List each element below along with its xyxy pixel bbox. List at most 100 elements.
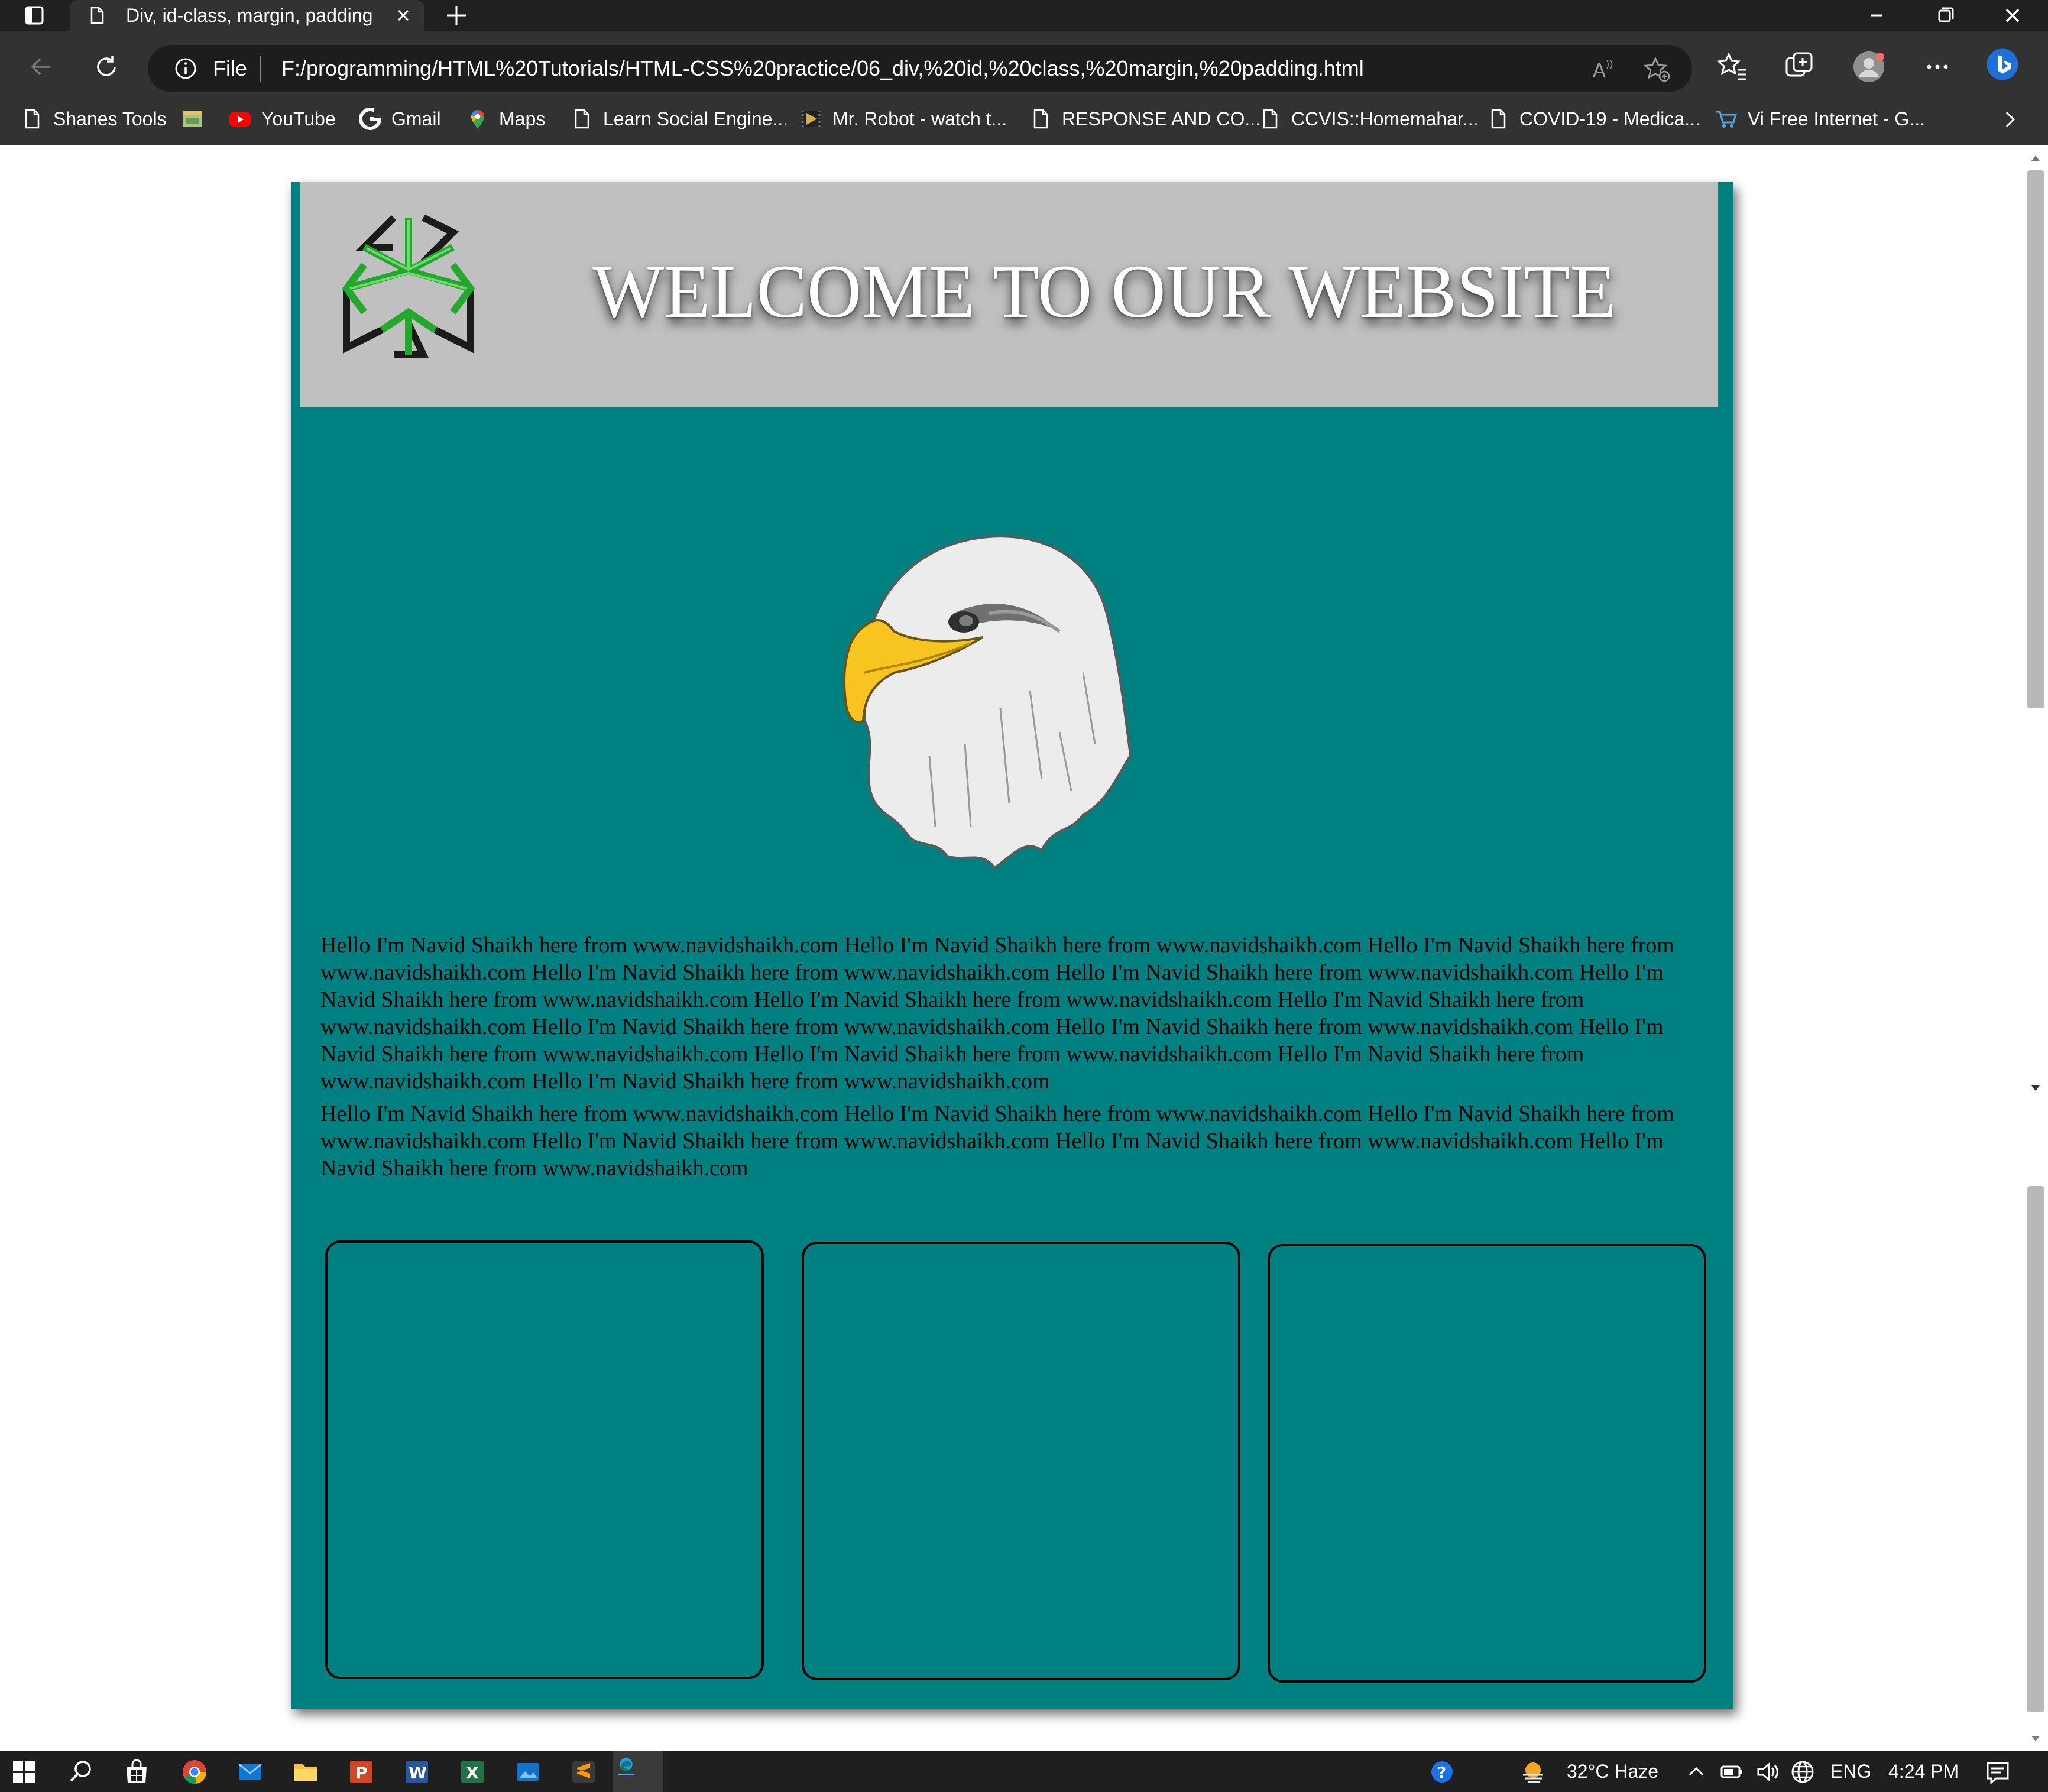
favorites-icon[interactable] — [1716, 50, 1750, 84]
bing-copilot-icon[interactable] — [1985, 47, 2027, 89]
page-header: WELCOME TO OUR WEBSITE — [300, 182, 1718, 407]
page-icon — [20, 107, 44, 131]
address-bar[interactable]: File F:/programming/HTML%20Tutorials/HTM… — [148, 45, 1692, 92]
scrollbar-thumb[interactable] — [2027, 170, 2044, 708]
sublime-text-icon[interactable] — [570, 1758, 597, 1785]
title-bar: Div, id-class, margin, padding — [0, 0, 2048, 31]
tab-actions-menu-icon[interactable] — [22, 4, 46, 27]
search-icon[interactable] — [67, 1758, 95, 1785]
tab-title: Div, id-class, margin, padding — [126, 5, 373, 26]
google-icon — [358, 107, 382, 131]
windows-start-icon[interactable] — [11, 1758, 38, 1785]
refresh-icon[interactable] — [89, 49, 124, 85]
close-window-icon[interactable] — [1995, 2, 2030, 28]
network-globe-icon[interactable] — [1789, 1758, 1816, 1785]
bookmark-label: RESPONSE AND CO... — [1062, 108, 1261, 129]
excel-icon[interactable]: X — [459, 1758, 486, 1785]
youtube-icon — [228, 107, 252, 131]
notifications-icon[interactable] — [1984, 1758, 2011, 1785]
bookmark-label: YouTube — [261, 108, 336, 129]
restore-icon[interactable] — [1927, 2, 1963, 28]
scroll-up-icon[interactable] — [2027, 149, 2044, 167]
read-aloud-icon[interactable]: A)) — [1590, 56, 1618, 83]
file-explorer-icon[interactable] — [292, 1758, 319, 1785]
mail-icon[interactable] — [236, 1758, 264, 1785]
bookmarks-bar: Shanes Tools YouTube Gmail Maps Learn So… — [0, 96, 2048, 145]
tab-active[interactable]: Div, id-class, margin, padding — [70, 0, 424, 31]
box-row — [325, 1240, 1706, 1690]
chevron-right-icon[interactable] — [1998, 108, 2022, 131]
close-tab-icon[interactable] — [394, 6, 413, 25]
bookmark-vi-free[interactable]: Vi Free Internet - G... — [1715, 105, 1925, 132]
scroll-bottom-icon[interactable] — [2027, 1730, 2044, 1748]
svg-text:P: P — [355, 1763, 368, 1783]
vertical-scrollbar[interactable] — [2020, 145, 2048, 1751]
url-text[interactable]: F:/programming/HTML%20Tutorials/HTML-CSS… — [281, 57, 1364, 80]
bookmark-label: COVID-19 - Medica... — [1519, 108, 1700, 129]
bookmark-ccvis[interactable]: CCVIS::Homemahar... — [1258, 105, 1479, 132]
bookmark-label: Vi Free Internet - G... — [1748, 108, 1925, 129]
weather-haze-icon — [1519, 1758, 1547, 1785]
weather-text[interactable]: 32°C Haze — [1567, 1761, 1658, 1782]
page-viewport: WELCOME TO OUR WEBSITE Hello I'm Navid S… — [0, 145, 2048, 1751]
svg-text:)): )) — [1606, 59, 1613, 70]
video-icon — [799, 107, 823, 131]
bookmark-youtube[interactable]: YouTube — [228, 105, 336, 132]
address-divider — [260, 56, 261, 82]
bookmark-gmail[interactable]: Gmail — [358, 105, 441, 132]
collections-icon[interactable] — [1782, 50, 1816, 84]
body-text: Hello I'm Navid Shaikh here from www.nav… — [320, 932, 1704, 1187]
logo-icon — [329, 206, 488, 367]
bookmark-maps[interactable]: Maps — [466, 105, 545, 132]
bookmark-label: CCVIS::Homemahar... — [1291, 108, 1479, 129]
bookmark-image[interactable] — [181, 105, 205, 132]
page-icon — [1029, 107, 1052, 131]
bookmark-mr-robot[interactable]: Mr. Robot - watch t... — [799, 105, 1007, 132]
eagle-image — [776, 495, 1166, 874]
svg-text:?: ? — [1437, 1764, 1446, 1782]
page-icon — [1486, 107, 1510, 131]
battery-icon[interactable] — [1718, 1758, 1745, 1785]
language-indicator[interactable]: ENG — [1830, 1761, 1871, 1782]
new-tab-icon[interactable] — [445, 4, 468, 27]
page-icon — [1258, 107, 1282, 131]
clock-time[interactable]: 4:24 PM — [1888, 1761, 1959, 1782]
bookmark-label: Gmail — [391, 108, 441, 129]
taskbar: P W X ? 32°C Haze ENG 4:24 PM — [0, 1751, 2048, 1792]
paragraph: Hello I'm Navid Shaikh here from www.nav… — [320, 933, 1674, 1094]
image-icon — [181, 107, 205, 131]
browser-toolbar: File F:/programming/HTML%20Tutorials/HTM… — [0, 31, 2048, 106]
photos-icon[interactable] — [514, 1758, 542, 1785]
add-favorite-icon[interactable] — [1643, 56, 1671, 83]
bookmark-shanes-tools[interactable]: Shanes Tools — [20, 105, 167, 132]
word-icon[interactable]: W — [403, 1758, 430, 1785]
profile-avatar-icon[interactable] — [1852, 50, 1886, 84]
scrollbar-thumb-lower[interactable] — [2027, 1186, 2044, 1712]
chevron-up-icon[interactable] — [1683, 1758, 1710, 1785]
bookmark-response[interactable]: RESPONSE AND CO... — [1029, 105, 1260, 132]
cart-icon — [1715, 107, 1738, 131]
store-icon[interactable] — [123, 1758, 150, 1785]
bookmark-label: Learn Social Engine... — [603, 108, 789, 129]
chrome-icon[interactable] — [181, 1758, 208, 1785]
help-icon[interactable]: ? — [1428, 1758, 1456, 1785]
more-menu-icon[interactable] — [1920, 50, 1955, 84]
maps-icon — [466, 107, 490, 131]
back-arrow-icon[interactable] — [24, 49, 59, 85]
powerpoint-icon[interactable]: P — [348, 1758, 375, 1785]
page-icon — [570, 107, 594, 131]
svg-text:A: A — [1593, 59, 1606, 82]
bookmark-covid[interactable]: COVID-19 - Medica... — [1486, 105, 1700, 132]
info-icon[interactable] — [174, 57, 197, 80]
scroll-down-icon[interactable] — [2027, 1080, 2044, 1097]
box-1 — [325, 1240, 764, 1679]
edge-taskbar-icon[interactable] — [613, 1751, 663, 1792]
minimize-icon[interactable] — [1859, 2, 1894, 28]
page-icon — [88, 6, 106, 25]
box-2 — [802, 1242, 1240, 1680]
paragraph: Hello I'm Navid Shaikh here from www.nav… — [320, 1101, 1674, 1181]
file-scheme-label: File — [213, 56, 248, 80]
volume-icon[interactable] — [1754, 1758, 1781, 1785]
bookmark-learn-social[interactable]: Learn Social Engine... — [570, 105, 788, 132]
page-title: WELCOME TO OUR WEBSITE — [592, 249, 1616, 333]
